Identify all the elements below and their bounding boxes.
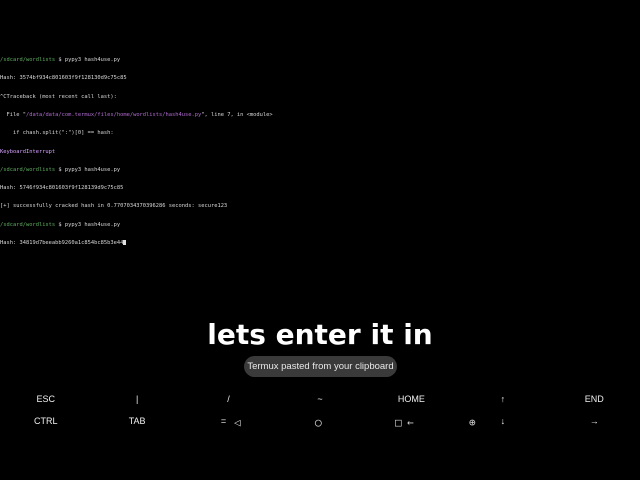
pipe-key[interactable]: | (91, 388, 182, 410)
prompt-path: /sdcard/wordlists (0, 166, 56, 173)
terminal-output[interactable]: /sdcard/wordlists $ pypy3 hash4use.py Ha… (0, 45, 640, 246)
terminal-line: Hash: 5746f934c801603f9f128139d9c75c85 (0, 185, 124, 192)
command-text: $ pypy3 hash4use.py (55, 221, 121, 228)
traceback-suffix: ", line 7, in <module> (201, 112, 273, 119)
slash-key[interactable]: / (183, 388, 274, 410)
terminal-line: File "/data/data/com.termux/files/home/w… (0, 112, 640, 118)
backspace-icon[interactable]: ← (407, 416, 414, 429)
recents-icon[interactable]: □ (395, 416, 402, 429)
esc-key[interactable]: ESC (0, 388, 91, 410)
home-key[interactable]: HOME (366, 388, 457, 410)
terminal-line: ^CTraceback (most recent call last): (0, 93, 117, 100)
end-key[interactable]: END (549, 388, 640, 410)
globe-icon[interactable]: ⊕ (469, 416, 476, 429)
prompt-path: /sdcard/wordlists (0, 57, 56, 64)
terminal-line: Hash: 3574bf934c801603f9f128130d9c75c85 (0, 75, 127, 82)
arrow-up-key[interactable]: ↑ (457, 388, 548, 410)
home-icon[interactable]: ◯ (315, 416, 322, 429)
ctrl-key[interactable]: CTRL (0, 410, 91, 432)
hash-input-text: Hash: 34819d7beeabb9260a1c854bc85b3e44 (0, 240, 124, 246)
text-cursor (123, 240, 127, 245)
traceback-prefix: File " (0, 112, 26, 119)
video-caption: lets enter it in (207, 318, 433, 351)
terminal-line: /sdcard/wordlists $ pypy3 hash4use.py (0, 222, 640, 228)
tab-key[interactable]: TAB (91, 410, 182, 432)
traceback-path: /data/data/com.termux/files/home/wordlis… (25, 112, 202, 119)
prompt-path: /sdcard/wordlists (0, 221, 56, 228)
command-text: $ pypy3 hash4use.py (55, 57, 121, 64)
back-icon[interactable]: ◁ (234, 416, 241, 429)
equals-label: = (220, 416, 227, 426)
tilde-key[interactable]: ~ (274, 388, 365, 410)
command-text: $ pypy3 hash4use.py (55, 166, 121, 173)
equals-key[interactable]: = (183, 410, 274, 432)
arrow-right-key[interactable]: → (549, 410, 640, 432)
terminal-line: [+] successfully cracked hash in 0.77070… (0, 203, 228, 210)
keyboard-interrupt-line: KeyboardInterrupt (0, 148, 56, 155)
terminal-line: /sdcard/wordlists $ pypy3 hash4use.py (0, 57, 640, 63)
terminal-line: /sdcard/wordlists $ pypy3 hash4use.py (0, 167, 640, 173)
terminal-line: if chash.split(":")[0] == hash: (0, 130, 114, 137)
clipboard-toast: Termux pasted from your clipboard (244, 356, 397, 377)
terminal-input-line[interactable]: Hash: 34819d7beeabb9260a1c854bc85b3e44 (0, 240, 640, 246)
